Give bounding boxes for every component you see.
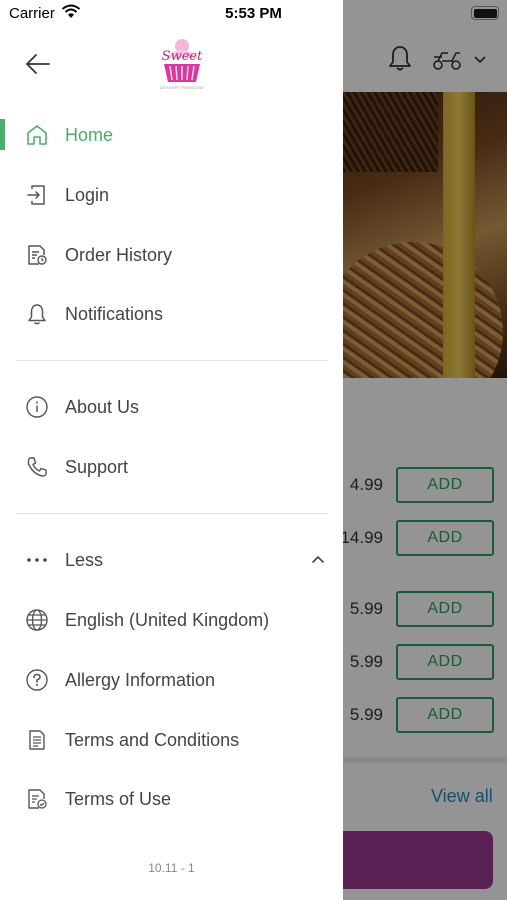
menu-divider	[16, 360, 328, 361]
menu-item-terms-of-use[interactable]: Terms of Use	[0, 773, 343, 825]
brand-logo: Sweet	[152, 36, 212, 92]
menu-item-label: Login	[65, 184, 110, 205]
login-icon	[24, 182, 50, 208]
menu-item-label: English (United Kingdom)	[65, 609, 270, 630]
menu-item-label: Allergy Information	[65, 669, 216, 690]
menu-item-order-history[interactable]: Order History	[0, 229, 343, 281]
chevron-up-icon	[309, 551, 327, 569]
brand-tagline: DESSERT PARADISE	[159, 85, 205, 90]
order-history-icon	[24, 242, 50, 268]
status-bar: Carrier 5:53 PM	[0, 0, 507, 28]
globe-icon	[24, 607, 50, 633]
menu-item-about-us[interactable]: About Us	[0, 381, 343, 433]
menu-item-terms-and-conditions[interactable]: Terms and Conditions	[0, 714, 343, 766]
clock: 5:53 PM	[225, 5, 282, 22]
home-icon	[24, 122, 50, 148]
bell-icon	[24, 301, 50, 327]
menu-item-home[interactable]: Home	[0, 109, 343, 161]
menu-item-login[interactable]: Login	[0, 169, 343, 221]
menu-item-label: Terms of Use	[65, 788, 172, 809]
menu-item-label: Home	[65, 124, 114, 145]
battery-icon	[471, 6, 499, 20]
phone-icon	[24, 454, 50, 480]
document-icon	[24, 727, 50, 753]
menu-item-notifications[interactable]: Notifications	[0, 288, 343, 340]
menu-divider	[16, 513, 328, 514]
info-icon	[24, 394, 50, 420]
menu-item-label: Support	[65, 456, 129, 477]
svg-text:Sweet: Sweet	[162, 49, 203, 64]
question-icon	[24, 667, 50, 693]
document-check-icon	[24, 786, 50, 812]
menu-item-label: Order History	[65, 244, 173, 265]
menu-item-label: About Us	[65, 396, 140, 417]
menu-item-label: Notifications	[65, 303, 164, 324]
navigation-drawer: Sweet DESSERT PARADISE Home Login Order …	[0, 0, 343, 900]
more-less-toggle[interactable]: Less	[0, 534, 343, 586]
menu-item-language[interactable]: English (United Kingdom)	[0, 594, 343, 646]
more-dots-icon	[24, 547, 50, 573]
menu-item-label: Terms and Conditions	[65, 729, 240, 750]
menu-item-label: Less	[65, 549, 104, 570]
app-version: 10.11 - 1	[148, 861, 195, 875]
menu-item-allergy-information[interactable]: Allergy Information	[0, 654, 343, 706]
back-arrow-icon[interactable]	[22, 48, 54, 80]
menu-item-support[interactable]: Support	[0, 441, 343, 493]
